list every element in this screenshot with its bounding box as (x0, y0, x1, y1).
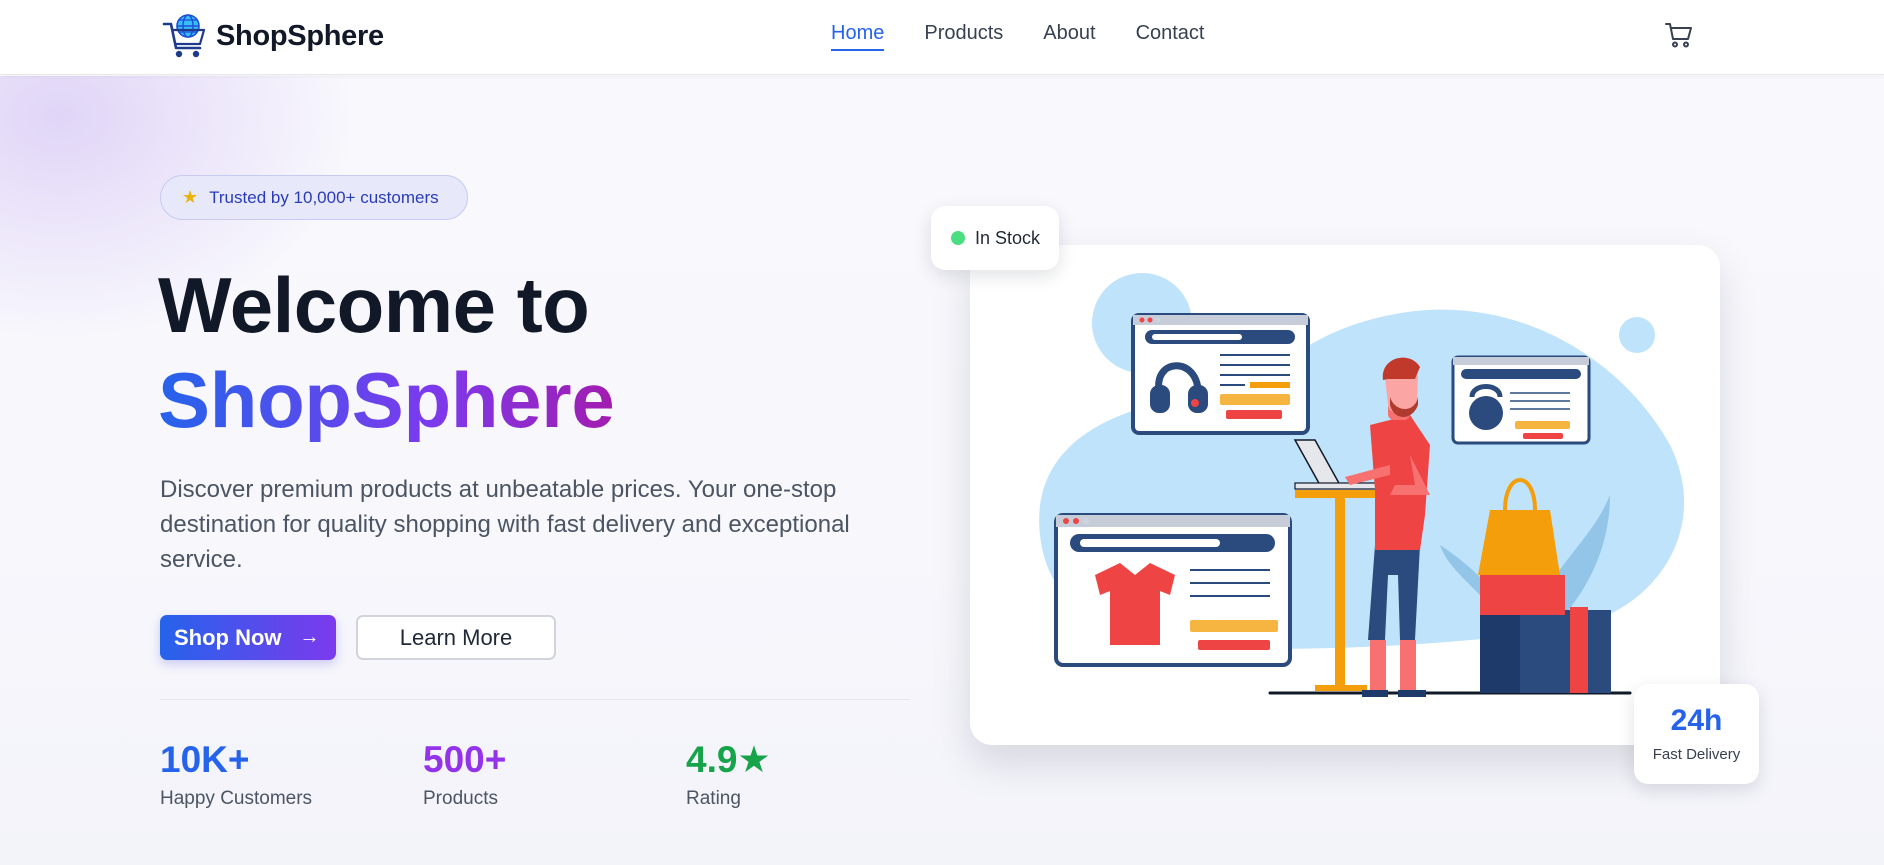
delivery-label: Fast Delivery (1652, 746, 1741, 763)
hero-description: Discover premium products at unbeatable … (160, 476, 850, 573)
trust-badge: ★ Trusted by 10,000+ customers (160, 175, 468, 220)
stat-value: 500+ (423, 739, 507, 780)
stat-customers: 10K+ Happy Customers (160, 741, 312, 810)
brand-name: ShopSphere (216, 19, 384, 52)
star-icon: ★ (182, 187, 199, 207)
hero-title-line1: Welcome to (158, 261, 590, 349)
hero-section: ★ Trusted by 10,000+ customers Welcome t… (0, 76, 1884, 865)
trust-badge-text: Trusted by 10,000+ customers (209, 187, 439, 207)
arrow-right-icon: → (299, 626, 320, 648)
nav-contact[interactable]: Contact (1136, 22, 1205, 51)
site-header: ShopSphere Home Products About Contact (0, 0, 1884, 75)
learn-more-button[interactable]: Learn More (356, 615, 556, 660)
stat-label: Happy Customers (160, 788, 313, 809)
main-nav: Home Products About Contact (831, 22, 1205, 51)
stat-products: 500+ Products (423, 741, 506, 810)
hero-title-line2: ShopSphere (158, 356, 615, 444)
hero-illustration-card (970, 245, 1720, 745)
nav-products[interactable]: Products (924, 22, 1003, 51)
brand-logo[interactable]: ShopSphere (162, 12, 384, 60)
stat-label: Products (423, 788, 498, 809)
in-stock-text: In Stock (975, 227, 1041, 248)
globe-cart-logo-icon (162, 14, 206, 58)
shop-now-label: Shop Now (174, 624, 282, 650)
shopping-cart-icon[interactable] (1664, 20, 1694, 50)
nav-about[interactable]: About (1043, 22, 1095, 51)
status-dot-icon (951, 231, 965, 245)
fast-delivery-badge: 24h Fast Delivery (1634, 684, 1759, 784)
stats-divider (160, 699, 910, 700)
online-shopping-illustration (1039, 273, 1685, 697)
stat-label: Rating (686, 788, 741, 809)
stat-value: 4.9★ (686, 739, 771, 780)
shop-now-button[interactable]: Shop Now → (160, 615, 336, 660)
delivery-value: 24h (1670, 704, 1723, 737)
nav-home[interactable]: Home (831, 22, 885, 51)
stat-value: 10K+ (160, 739, 250, 780)
stat-rating: 4.9★ Rating (686, 741, 771, 810)
in-stock-badge: In Stock (931, 206, 1059, 270)
